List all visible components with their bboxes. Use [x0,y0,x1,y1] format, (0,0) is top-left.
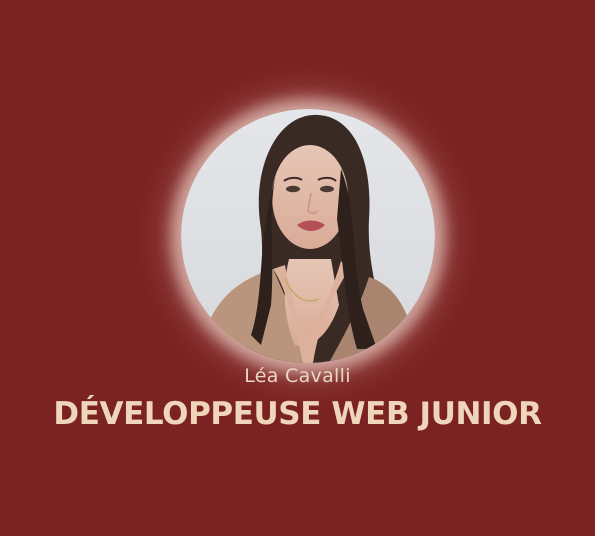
profile-photo-icon [181,109,435,363]
profile-name: Léa Cavalli [244,365,351,387]
profile-avatar [181,109,435,363]
profile-hero: Léa Cavalli DÉVELOPPEUSE WEB JUNIOR [0,0,595,536]
profile-role-title: DÉVELOPPEUSE WEB JUNIOR [53,396,542,432]
